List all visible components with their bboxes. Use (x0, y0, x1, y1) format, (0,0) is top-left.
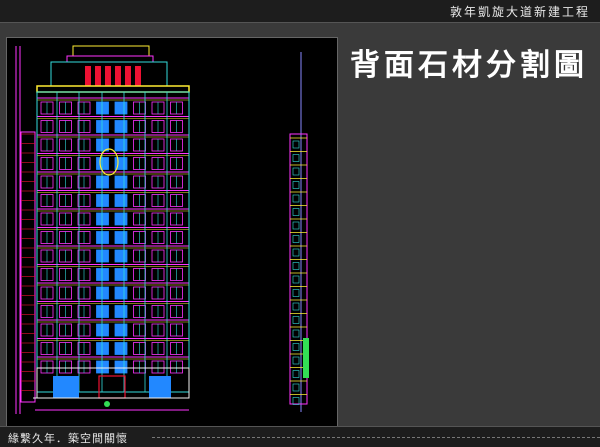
slide-heading: 背面石材分割圖 (350, 48, 588, 83)
building-facade (20, 45, 190, 403)
footer-divider (152, 437, 600, 438)
project-title: 敦年凱旋大道新建工程 (449, 5, 590, 19)
top-bar: 敦年凱旋大道新建工程 (0, 0, 600, 23)
facade-elevation (15, 45, 309, 414)
cad-elevation-drawing (6, 37, 338, 427)
bottom-bar: 緣繫久年．築空間關懷 (0, 426, 600, 447)
north-marker (104, 401, 110, 407)
footer-tagline: 緣繫久年．築空間關懷 (8, 432, 128, 445)
dimension-line-left (15, 46, 21, 414)
side-section (289, 52, 309, 412)
